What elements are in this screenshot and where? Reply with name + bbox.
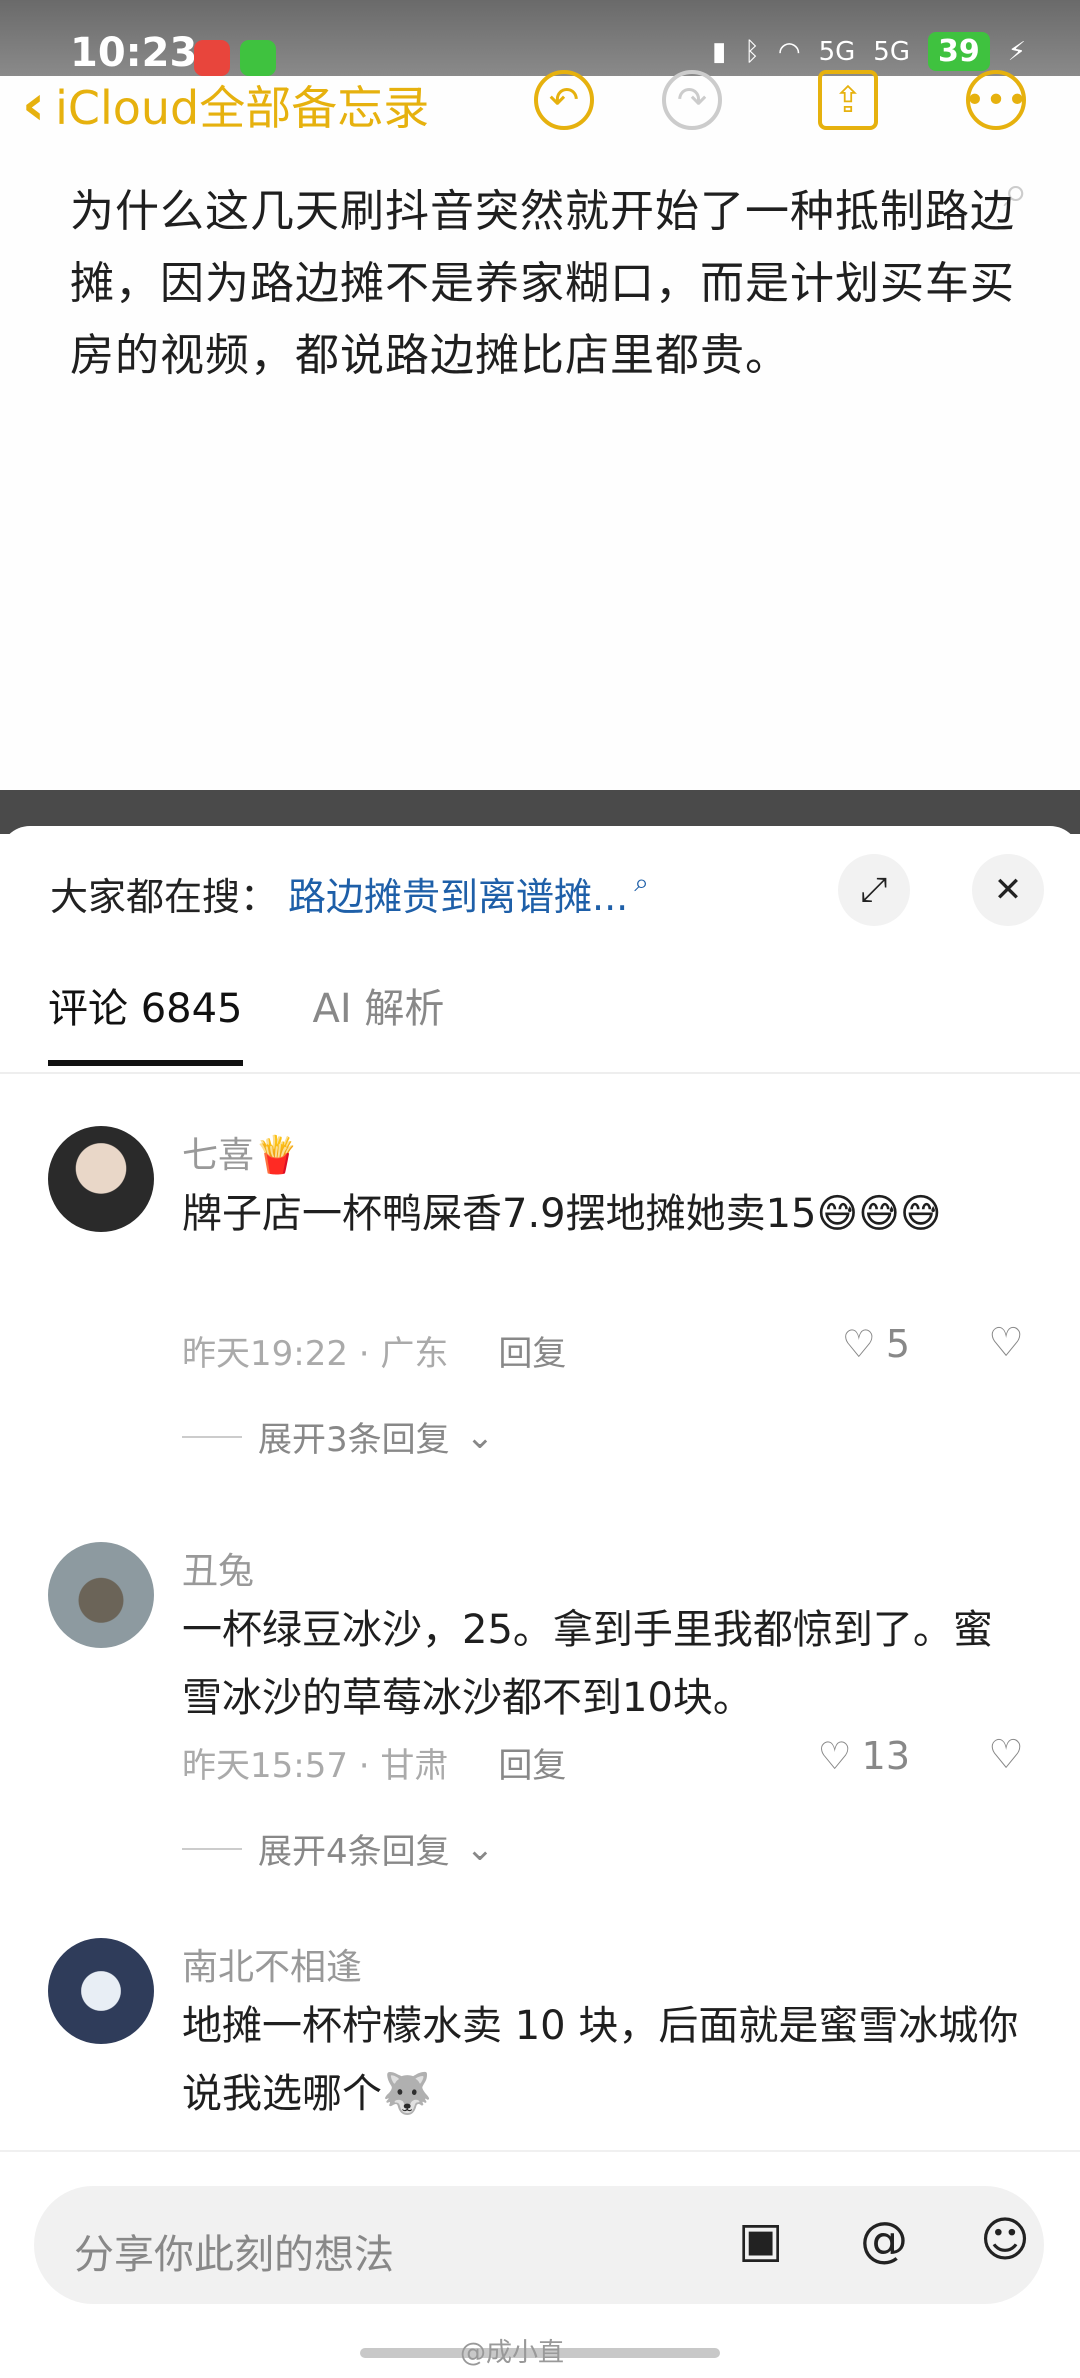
comment-text: 牌子店一杯鸭屎香7.9摆地摊她卖15😅😅😅 bbox=[182, 1191, 942, 1237]
emoji-icon[interactable]: ☺ bbox=[980, 2212, 1030, 2268]
redo-button[interactable]: ↷ bbox=[662, 70, 722, 130]
comment-text: 地摊一杯柠檬水卖 10 块，后面就是蜜雪冰城你说我选哪个🐺 bbox=[182, 2003, 1019, 2117]
cellular-signal-icon-2: 5G bbox=[873, 36, 910, 67]
like-button[interactable]: ♡ 5 bbox=[842, 1322, 910, 1366]
comment-input-placeholder: 分享你此刻的想法 bbox=[74, 2232, 394, 2278]
notes-nav-bar: ‹ iCloud全部备忘录 ↶ ↷ ⇪ ••• bbox=[0, 66, 1080, 176]
expand-replies[interactable]: 展开3条回复 ⌄ bbox=[182, 1412, 494, 1461]
expand-line bbox=[182, 1435, 242, 1438]
comment-sheet: 大家都在搜： 路边摊贵到离谱摊... ⌕ ⤢ ✕ 评论 6845 AI 解析 七… bbox=[0, 826, 1080, 2378]
expand-replies-label: 展开3条回复 bbox=[258, 1420, 450, 1460]
back-label: iCloud全部备忘录 bbox=[55, 81, 430, 135]
comment-author[interactable]: 七喜🍟 bbox=[182, 1126, 299, 1178]
like-count: 13 bbox=[861, 1734, 910, 1778]
expand-replies[interactable]: 展开4条回复 ⌄ bbox=[182, 1824, 494, 1873]
trending-search-link[interactable]: 路边摊贵到离谱摊... bbox=[288, 866, 628, 921]
comment-tabs: 评论 6845 AI 解析 bbox=[48, 976, 444, 1066]
trending-search[interactable]: 大家都在搜： 路边摊贵到离谱摊... ⌕ bbox=[50, 866, 649, 921]
avatar[interactable] bbox=[48, 1938, 154, 2044]
tab-ai-analysis[interactable]: AI 解析 bbox=[313, 976, 445, 1066]
like-count: 5 bbox=[885, 1322, 910, 1366]
heart-icon: ♡ bbox=[841, 1322, 876, 1366]
comment-input[interactable]: 分享你此刻的想法 ▣ @ ☺ bbox=[34, 2186, 1044, 2304]
comment-time-location: 昨天19:22 · 广东 bbox=[182, 1334, 449, 1374]
comment-author[interactable]: 南北不相逢 bbox=[182, 1938, 362, 1990]
cellular-signal-icon-1: 5G bbox=[818, 36, 856, 67]
reply-button[interactable]: 回复 bbox=[498, 1326, 566, 1375]
mention-icon[interactable]: @ bbox=[860, 2212, 908, 2268]
close-button[interactable]: ✕ bbox=[972, 854, 1044, 926]
expand-line bbox=[182, 1847, 242, 1850]
comment-meta: 昨天15:57 · 甘肃 回复 bbox=[182, 1738, 566, 1787]
note-body-text[interactable]: 为什么这几天刷抖音突然就开始了一种抵制路边摊，因为路边摊不是养家糊口，而是计划买… bbox=[70, 176, 1030, 392]
share-button[interactable]: ⇪ bbox=[818, 70, 878, 130]
undo-button[interactable]: ↶ bbox=[534, 70, 594, 130]
wifi-icon: ◠ bbox=[777, 36, 801, 67]
charging-icon: ⚡ bbox=[1007, 36, 1026, 67]
avatar[interactable] bbox=[48, 1126, 154, 1232]
comment-author[interactable]: 丑兔 bbox=[182, 1542, 254, 1594]
broken-heart-icon[interactable]: ♡ bbox=[988, 1320, 1024, 1366]
vibrate-icon: ▮ bbox=[711, 36, 727, 67]
reply-button[interactable]: 回复 bbox=[498, 1738, 566, 1787]
status-bar: 10:23 ▮ ᛒ ◠ 5G 5G 39 ⚡ bbox=[0, 0, 1080, 76]
comment-meta: 昨天19:22 · 广东 回复 bbox=[182, 1326, 566, 1375]
more-button[interactable]: ••• bbox=[964, 70, 1028, 130]
comment-time-location: 昨天15:57 · 甘肃 bbox=[182, 1746, 449, 1786]
broken-heart-icon[interactable]: ♡ bbox=[988, 1732, 1024, 1778]
avatar[interactable] bbox=[48, 1542, 154, 1648]
comment-input-bar: 分享你此刻的想法 ▣ @ ☺ @成小直 bbox=[0, 2150, 1080, 2378]
chevron-left-icon: ‹ bbox=[22, 72, 46, 138]
like-button[interactable]: ♡ 13 bbox=[818, 1734, 910, 1778]
chevron-down-icon: ⌄ bbox=[465, 1416, 495, 1457]
trending-search-label: 大家都在搜： bbox=[50, 875, 279, 919]
back-button[interactable]: ‹ iCloud全部备忘录 bbox=[22, 72, 429, 138]
notes-screen: ‹ iCloud全部备忘录 ↶ ↷ ⇪ ••• ⌕ 为什么这几天刷抖音突然就开始… bbox=[0, 70, 1080, 790]
divider bbox=[0, 1072, 1080, 1074]
tab-comments[interactable]: 评论 6845 bbox=[48, 976, 243, 1066]
search-small-icon: ⌕ bbox=[634, 868, 649, 898]
bluetooth-icon: ᛒ bbox=[744, 36, 760, 67]
heart-icon: ♡ bbox=[817, 1734, 852, 1778]
expand-replies-label: 展开4条回复 bbox=[258, 1832, 450, 1872]
comment-text: 一杯绿豆冰沙，25。拿到手里我都惊到了。蜜雪冰沙的草莓冰沙都不到10块。 bbox=[182, 1607, 993, 1721]
expand-button[interactable]: ⤢ bbox=[838, 854, 910, 926]
watermark: @成小直 bbox=[460, 2338, 565, 2368]
image-icon[interactable]: ▣ bbox=[738, 2212, 783, 2268]
chevron-down-icon: ⌄ bbox=[465, 1828, 495, 1869]
